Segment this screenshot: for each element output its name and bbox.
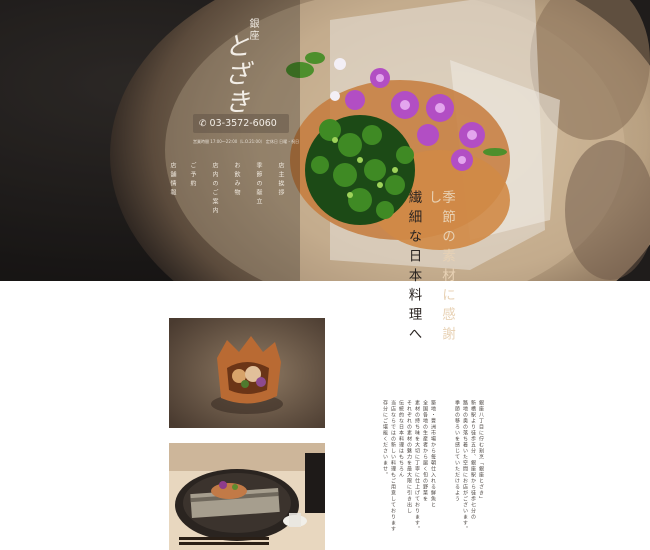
nav-item-info[interactable]: 店舗情報 [168, 162, 177, 198]
phone-number: 03-3572-6060 [209, 118, 277, 129]
tagline-line-2: 繊細な日本料理へ [405, 190, 422, 346]
business-hours: 営業時間 17:00～22:00（L.O.21:00） 定休日 日曜・祝日 [193, 139, 300, 144]
phone-button[interactable]: ✆ 03-3572-6060 [193, 114, 289, 133]
intro-line: 季節の移ろいを感じていただけるよう [454, 400, 460, 502]
intro-line: 路地の奥の落ち着いた空間にお店がございます。 [462, 400, 468, 532]
nav-item-reservation[interactable]: ご予約 [188, 162, 197, 189]
dish-photo-2 [169, 443, 325, 550]
nav-item-interior[interactable]: 店内のご案内 [210, 162, 219, 216]
intro-line: 銀座八丁目に佇む割烹「銀座とざき」 [478, 400, 484, 502]
hero-photo [0, 0, 650, 281]
intro-line: 築地・豊洲市場から毎朝仕入れる鮮魚と [430, 400, 436, 508]
intro-line: 存分にご堪能くださいませ。 [382, 400, 388, 478]
intro-line: それぞれの素材の魅力を最大限に引き出し [406, 400, 412, 514]
phone-icon: ✆ [199, 118, 207, 129]
intro-text: 銀座八丁目に佇む割烹「銀座とざき」 新橋駅より徒歩五分、銀座駅から徒歩七分の 路… [363, 400, 484, 532]
intro-line: 新橋駅より徒歩五分、銀座駅から徒歩七分の [470, 400, 476, 520]
nav-item-greeting[interactable]: 店主挨拶 [276, 162, 285, 198]
nav-item-menu[interactable]: 季節の献立 [254, 162, 263, 207]
intro-line: 伝統的な日本料理はもちろん [398, 400, 404, 478]
intro-line: 当店ならではの新しい料理もご用意しております [390, 400, 396, 532]
tagline: 季節の素材に感謝し 繊細な日本料理へ [378, 190, 458, 350]
hero: 銀座 とざき ✆ 03-3572-6060 営業時間 17:00～22:00（L… [0, 0, 650, 281]
dish-photo-1 [169, 318, 325, 428]
logo[interactable]: とざき [220, 32, 250, 116]
dish-photo-2-image [169, 443, 325, 550]
main-nav: 店主挨拶 季節の献立 お飲み物 店内のご案内 ご予約 店舗情報 [168, 162, 290, 262]
nav-item-drinks[interactable]: お飲み物 [232, 162, 241, 198]
dish-photo-1-image [169, 318, 325, 428]
tagline-line-1: 季節の素材に感謝し [425, 190, 456, 346]
intro-line: 素材の持ち味を大切に丁寧に仕上げております。 [414, 400, 420, 532]
intro-line: 全国各地の生産者から届く旬の野菜を [422, 400, 428, 502]
